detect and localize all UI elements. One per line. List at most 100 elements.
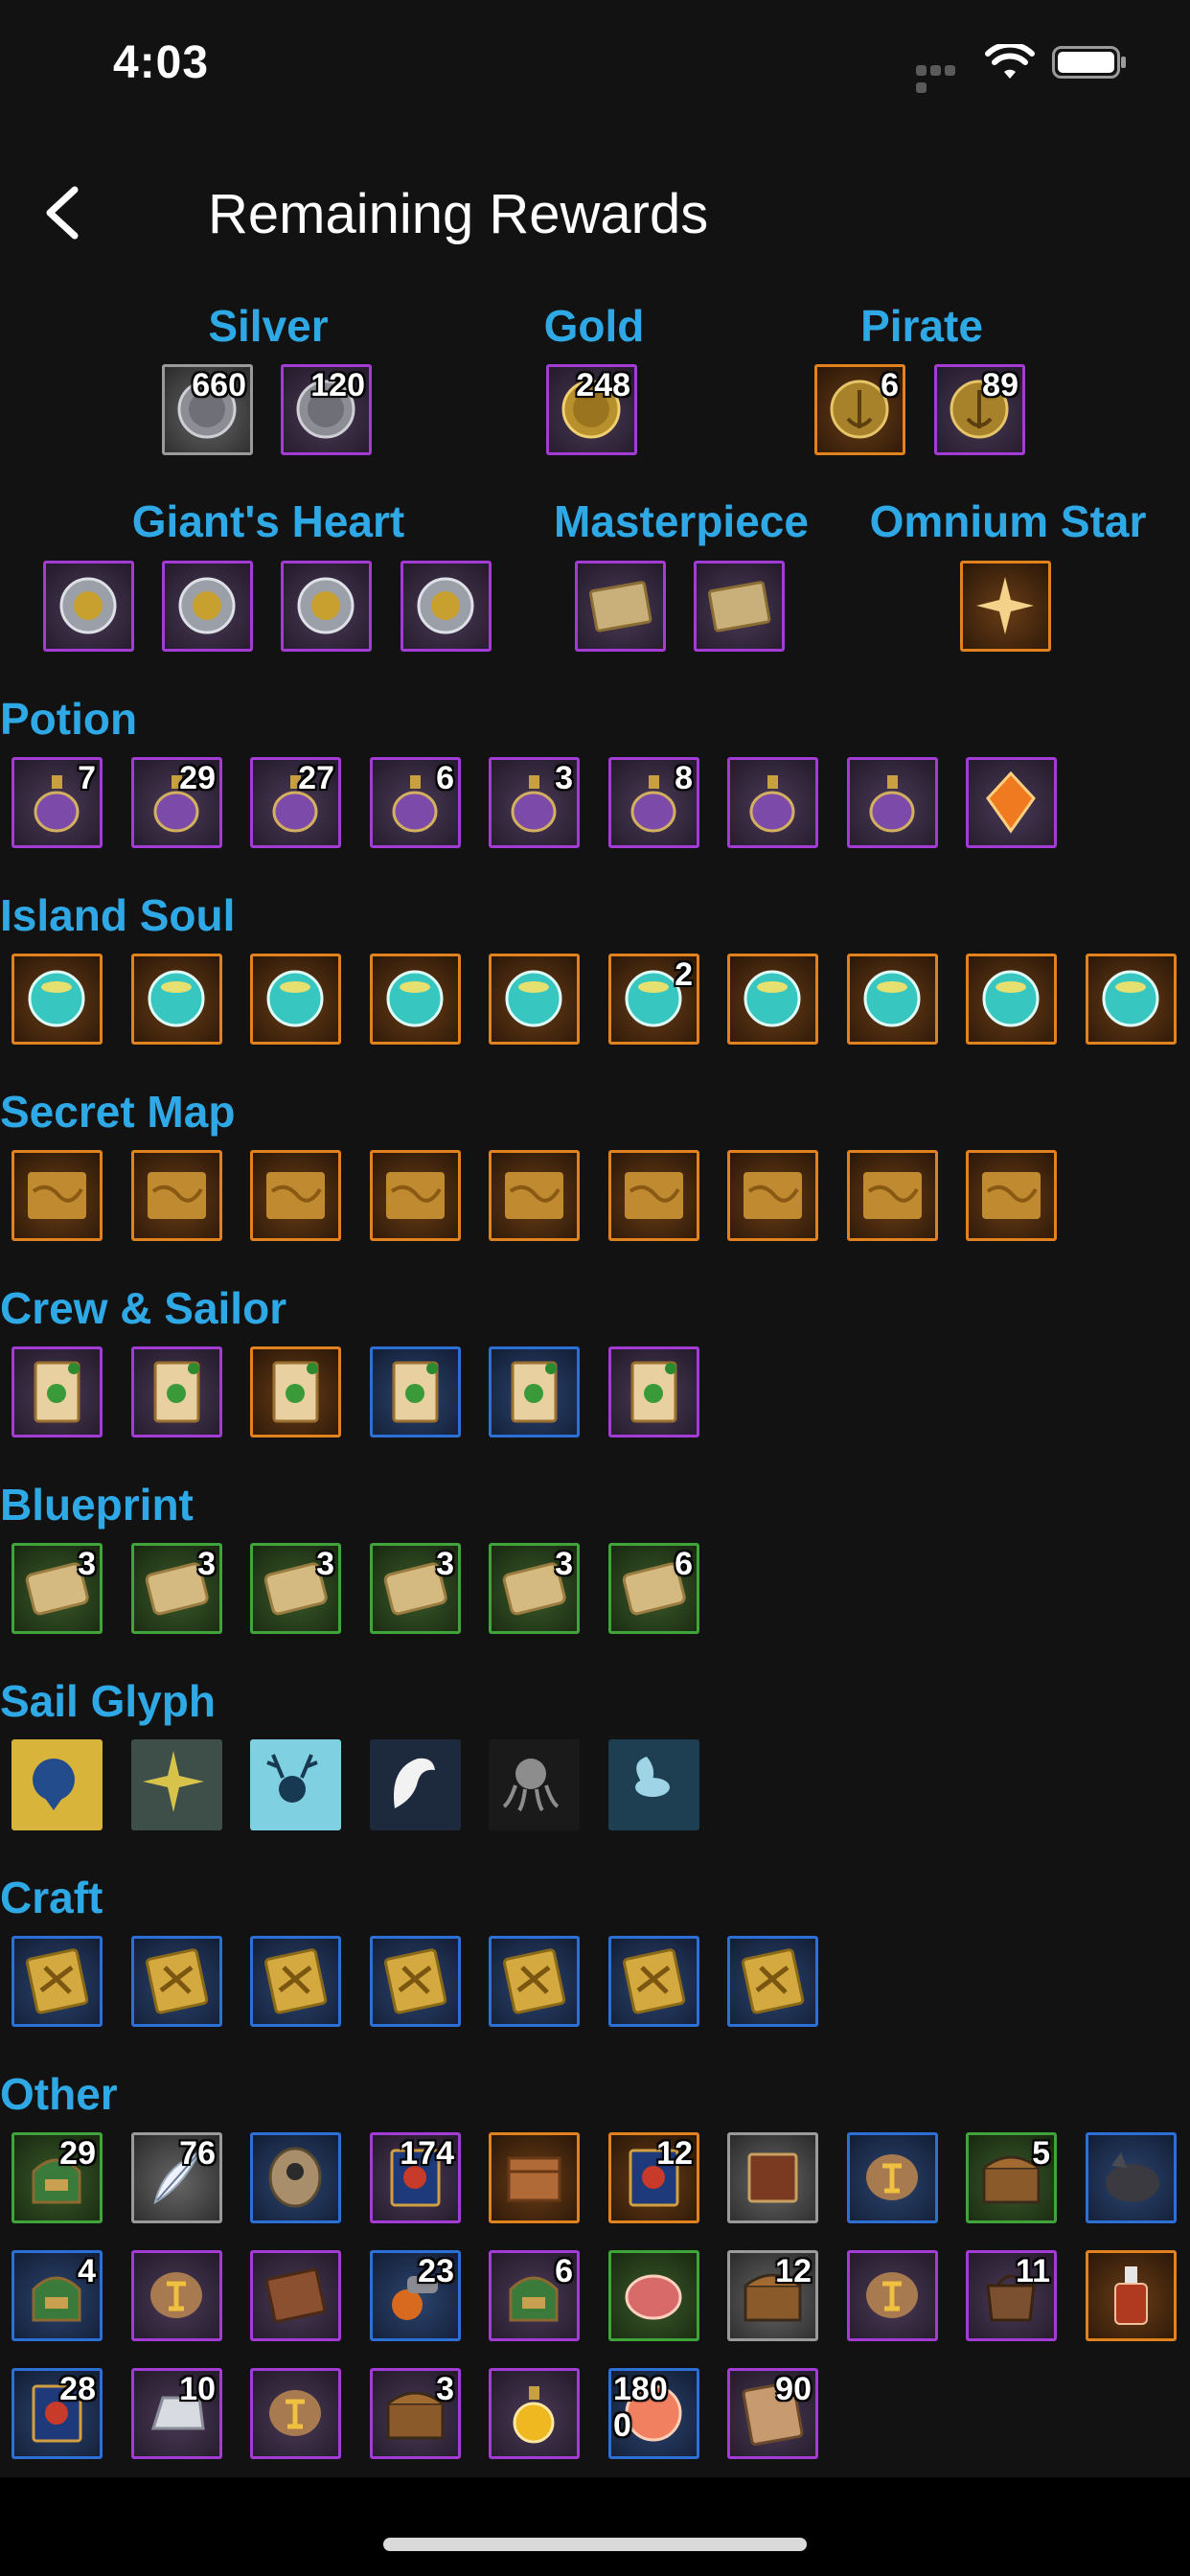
reward-tile[interactable] <box>1086 2250 1177 2341</box>
reward-tile[interactable] <box>250 1150 341 1241</box>
reward-tile[interactable]: 3 <box>370 1543 461 1634</box>
reward-tile[interactable] <box>11 1936 103 2027</box>
reward-tile[interactable] <box>281 561 372 652</box>
reward-tile[interactable] <box>131 1739 222 1830</box>
reward-tile[interactable] <box>727 1936 818 2027</box>
reward-tile[interactable]: 6 <box>489 2250 580 2341</box>
reward-tile[interactable] <box>727 757 818 848</box>
reward-tile[interactable] <box>370 1346 461 1438</box>
reward-tile[interactable]: 90 <box>727 2368 818 2459</box>
reward-tile[interactable] <box>489 1739 580 1830</box>
reward-tile[interactable] <box>966 757 1057 848</box>
reward-tile[interactable] <box>489 2132 580 2223</box>
portrait-coin-icon <box>268 2147 322 2208</box>
reward-tile[interactable] <box>162 561 253 652</box>
reward-tile[interactable] <box>1086 954 1177 1045</box>
reward-tile[interactable] <box>489 954 580 1045</box>
reward-tile[interactable] <box>727 2132 818 2223</box>
back-chevron-icon[interactable] <box>34 174 96 251</box>
reward-tile[interactable] <box>370 1936 461 2027</box>
reward-tile[interactable]: 3 <box>489 757 580 848</box>
reward-tile[interactable]: 76 <box>131 2132 222 2223</box>
reward-tile[interactable]: 11 <box>966 2250 1057 2341</box>
reward-tile[interactable] <box>43 561 134 652</box>
reward-tile[interactable]: 4 <box>11 2250 103 2341</box>
reward-tile[interactable] <box>250 2132 341 2223</box>
reward-tile[interactable] <box>727 954 818 1045</box>
reward-tile[interactable] <box>11 1150 103 1241</box>
item-count: 8 <box>675 760 693 796</box>
reward-tile[interactable]: 12 <box>608 2132 699 2223</box>
reward-tile[interactable]: 7 <box>11 757 103 848</box>
reward-tile[interactable] <box>131 954 222 1045</box>
reward-tile[interactable] <box>370 1739 461 1830</box>
reward-tile[interactable]: 248 <box>546 364 637 455</box>
crystal-icon <box>986 770 1036 834</box>
reward-tile[interactable] <box>694 561 785 652</box>
reward-tile[interactable] <box>608 1346 699 1438</box>
reward-tile[interactable]: 6 <box>814 364 905 455</box>
reward-tile[interactable] <box>250 1346 341 1438</box>
reward-tile[interactable] <box>847 2132 938 2223</box>
reward-tile[interactable] <box>250 2368 341 2459</box>
craft-tablet-icon <box>741 1948 805 2014</box>
reward-tile[interactable] <box>131 1936 222 2027</box>
reward-tile[interactable]: 29 <box>11 2132 103 2223</box>
reward-tile[interactable] <box>489 1346 580 1438</box>
reward-tile[interactable]: 3 <box>370 2368 461 2459</box>
reward-tile[interactable]: 27 <box>250 757 341 848</box>
reward-tile[interactable] <box>847 954 938 1045</box>
reward-tile[interactable] <box>575 561 666 652</box>
reward-tile[interactable] <box>966 954 1057 1045</box>
reward-tile[interactable]: 3 <box>250 1543 341 1634</box>
reward-tile[interactable] <box>608 1150 699 1241</box>
reward-tile[interactable] <box>847 2250 938 2341</box>
reward-tile[interactable] <box>250 1739 341 1830</box>
reward-tile[interactable] <box>11 1739 103 1830</box>
reward-tile[interactable] <box>250 2250 341 2341</box>
reward-tile[interactable] <box>608 2250 699 2341</box>
reward-tile[interactable]: 660 <box>162 364 253 455</box>
reward-tile[interactable]: 120 <box>281 364 372 455</box>
reward-tile[interactable]: 2 <box>608 954 699 1045</box>
reward-tile[interactable] <box>131 2250 222 2341</box>
reward-tile[interactable] <box>608 1739 699 1830</box>
reward-tile[interactable]: 12 <box>727 2250 818 2341</box>
masterpiece-icon <box>588 581 652 632</box>
reward-tile[interactable] <box>11 1346 103 1438</box>
reward-tile[interactable]: 23 <box>370 2250 461 2341</box>
reward-tile[interactable]: 180 0 <box>608 2368 699 2459</box>
reward-tile[interactable] <box>370 954 461 1045</box>
reward-tile[interactable]: 8 <box>608 757 699 848</box>
reward-tile[interactable] <box>131 1150 222 1241</box>
reward-tile[interactable]: 89 <box>934 364 1025 455</box>
reward-tile[interactable] <box>400 561 492 652</box>
reward-tile[interactable]: 29 <box>131 757 222 848</box>
reward-tile[interactable] <box>847 1150 938 1241</box>
island-soul-orb-icon <box>148 970 205 1027</box>
reward-tile[interactable]: 3 <box>489 1543 580 1634</box>
reward-tile[interactable]: 5 <box>966 2132 1057 2223</box>
reward-tile[interactable] <box>131 1346 222 1438</box>
reward-tile[interactable]: 174 <box>370 2132 461 2223</box>
reward-tile[interactable] <box>608 1936 699 2027</box>
reward-tile[interactable] <box>11 954 103 1045</box>
reward-tile[interactable]: 28 <box>11 2368 103 2459</box>
reward-tile[interactable] <box>489 1936 580 2027</box>
reward-tile[interactable]: 3 <box>131 1543 222 1634</box>
reward-tile[interactable]: 6 <box>608 1543 699 1634</box>
reward-tile[interactable] <box>966 1150 1057 1241</box>
reward-tile[interactable] <box>960 561 1051 652</box>
reward-tile[interactable] <box>250 1936 341 2027</box>
reward-tile[interactable] <box>489 1150 580 1241</box>
reward-tile[interactable]: 10 <box>131 2368 222 2459</box>
reward-tile[interactable] <box>847 757 938 848</box>
reward-tile[interactable] <box>1086 2132 1177 2223</box>
reward-tile[interactable] <box>727 1150 818 1241</box>
home-indicator[interactable] <box>383 2538 807 2551</box>
reward-tile[interactable]: 3 <box>11 1543 103 1634</box>
reward-tile[interactable] <box>489 2368 580 2459</box>
reward-tile[interactable]: 6 <box>370 757 461 848</box>
reward-tile[interactable] <box>250 954 341 1045</box>
reward-tile[interactable] <box>370 1150 461 1241</box>
